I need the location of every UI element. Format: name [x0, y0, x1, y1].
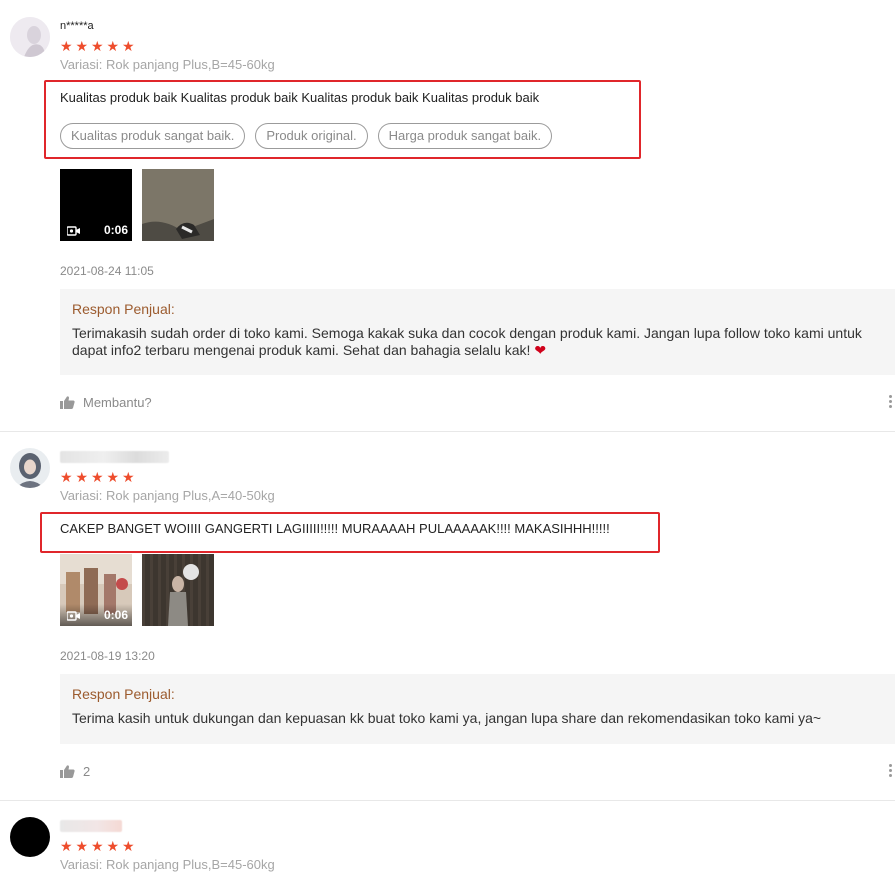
star-icon: ★ — [106, 469, 120, 485]
star-icon: ★ — [122, 38, 135, 54]
star-icon: ★ — [91, 469, 104, 485]
avatar-image — [10, 448, 50, 488]
seller-response: Respon Penjual: Terimakasih sudah order … — [60, 289, 895, 375]
star-icon: ★ — [122, 838, 135, 854]
star-icon: ★ — [106, 38, 120, 54]
divider — [0, 431, 895, 432]
star-icon: ★ — [122, 469, 135, 485]
review-tag: Produk original. — [255, 123, 368, 149]
video-thumbnail[interactable]: 0:06 — [60, 169, 132, 241]
username[interactable]: n*****a — [60, 20, 94, 32]
avatar[interactable] — [10, 817, 50, 857]
star-icon: ★ — [75, 38, 89, 54]
video-duration: 0:06 — [103, 223, 128, 237]
helpful-count: 2 — [83, 764, 91, 779]
review-comment: CAKEP BANGET WOIIII GANGERTI LAGIIIII!!!… — [60, 521, 610, 536]
image-thumbnail[interactable] — [142, 554, 214, 626]
thumbs-up-icon — [60, 765, 75, 778]
image-thumbnail[interactable] — [142, 169, 214, 241]
username[interactable] — [60, 451, 169, 463]
avatar[interactable] — [10, 17, 50, 57]
helpful-button[interactable]: 2 — [60, 764, 90, 779]
rating-stars: ★ ★ ★ ★ ★ — [60, 470, 138, 484]
star-icon: ★ — [91, 38, 104, 54]
rating-stars: ★ ★ ★ ★ ★ — [60, 839, 138, 853]
video-duration: 0:06 — [103, 608, 128, 622]
divider — [0, 800, 895, 801]
heart-icon: ❤ — [534, 342, 547, 358]
seller-response: Respon Penjual: Terima kasih untuk dukun… — [60, 674, 895, 744]
star-icon: ★ — [75, 838, 89, 854]
review-media: 0:06 — [60, 554, 214, 626]
star-icon: ★ — [106, 838, 120, 854]
more-options-icon[interactable] — [889, 764, 893, 779]
review-timestamp: 2021-08-19 13:20 — [60, 649, 155, 663]
star-icon: ★ — [60, 38, 73, 54]
seller-response-label: Respon Penjual: — [72, 686, 175, 702]
thumbnail-image — [142, 169, 214, 241]
seller-response-text: Terimakasih sudah order di toko kami. Se… — [72, 325, 862, 358]
more-options-icon[interactable] — [889, 395, 893, 410]
star-icon: ★ — [75, 469, 89, 485]
video-camera-icon — [67, 226, 80, 236]
seller-response-label: Respon Penjual: — [72, 301, 175, 317]
review-tags: Kualitas produk sangat baik. Produk orig… — [60, 123, 553, 149]
seller-response-text: Terima kasih untuk dukungan dan kepuasan… — [72, 710, 822, 726]
star-icon: ★ — [60, 469, 73, 485]
star-icon: ★ — [91, 838, 104, 854]
review-tag: Harga produk sangat baik. — [377, 123, 553, 149]
review-tag: Kualitas produk sangat baik. — [60, 123, 246, 149]
rating-stars: ★ ★ ★ ★ ★ — [60, 39, 138, 53]
video-camera-icon — [67, 611, 80, 621]
review-timestamp: 2021-08-24 11:05 — [60, 264, 154, 278]
video-thumbnail[interactable]: 0:06 — [60, 554, 132, 626]
review-comment: Kualitas produk baik Kualitas produk bai… — [60, 90, 540, 105]
thumbnail-image — [142, 554, 214, 626]
star-icon: ★ — [60, 838, 73, 854]
variation-label: Variasi: Rok panjang Plus,A=40-50kg — [60, 488, 275, 503]
variation-label: Variasi: Rok panjang Plus,B=45-60kg — [60, 857, 275, 872]
thumbs-up-icon — [60, 396, 75, 409]
variation-label: Variasi: Rok panjang Plus,B=45-60kg — [60, 57, 275, 72]
review-media: 0:06 — [60, 169, 214, 241]
username[interactable] — [60, 820, 122, 832]
helpful-button[interactable]: Membantu? — [60, 395, 152, 410]
avatar[interactable] — [10, 448, 50, 488]
helpful-label: Membantu? — [83, 395, 152, 410]
avatar-image — [10, 17, 50, 57]
